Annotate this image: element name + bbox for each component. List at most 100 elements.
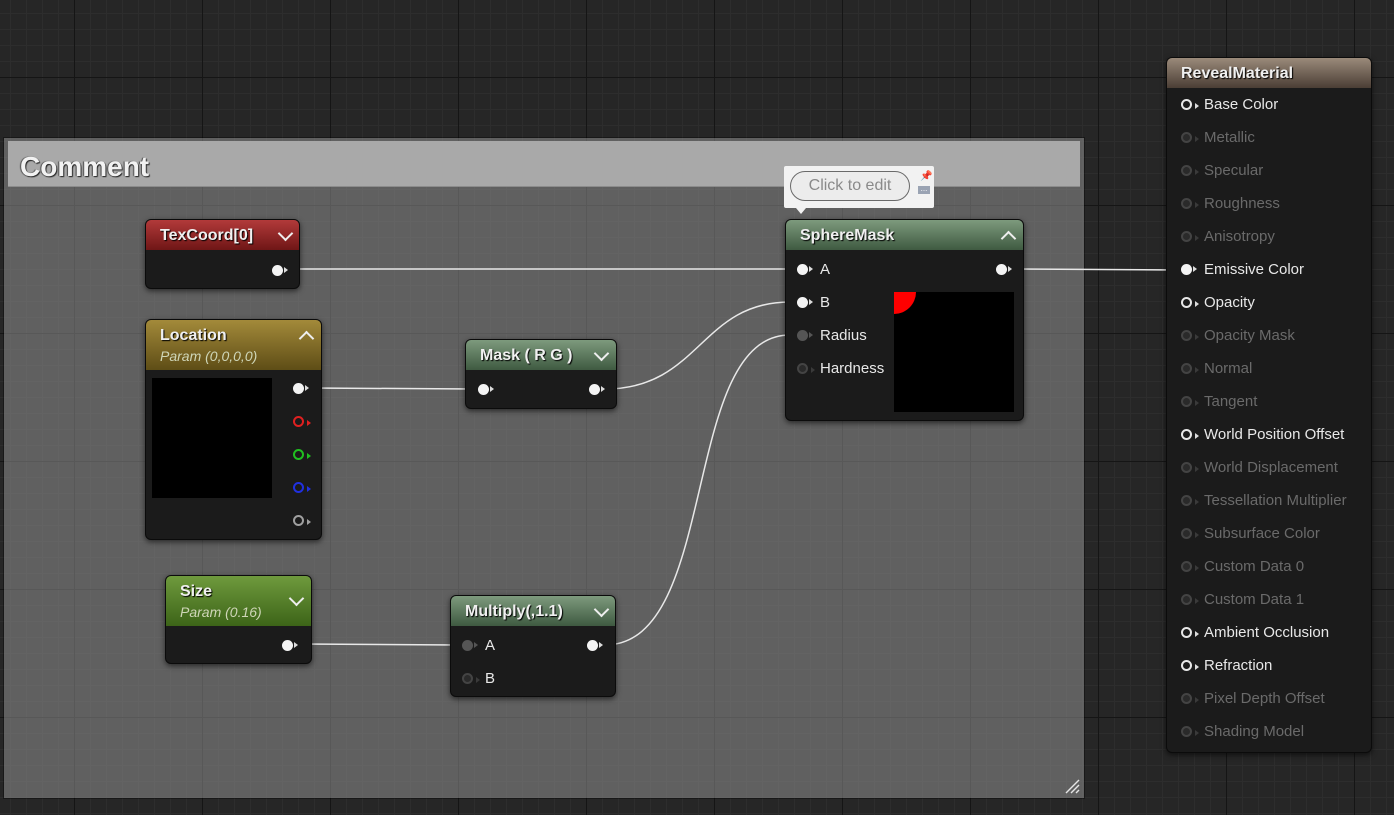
material-pin-label: Opacity <box>1204 294 1255 311</box>
collapse-chevron-icon[interactable] <box>298 330 315 347</box>
multiply-input-a-pin[interactable] <box>462 640 478 651</box>
pin-icon[interactable]: 📌 <box>920 171 932 182</box>
material-pin-label: Base Color <box>1204 96 1279 113</box>
node-size-subtitle: Param (0.16) <box>180 604 262 620</box>
node-location-title: Location <box>160 327 227 344</box>
material-input-pin[interactable] <box>1181 561 1199 572</box>
material-input-pin[interactable] <box>1181 396 1199 407</box>
material-input-pin[interactable] <box>1181 693 1199 704</box>
node-texcoord-header[interactable]: TexCoord[0] <box>146 220 299 250</box>
node-location[interactable]: Location Param (0,0,0,0) <box>145 319 322 540</box>
collapse-chevron-icon[interactable] <box>593 601 610 618</box>
click-to-edit-field[interactable]: Click to edit <box>790 171 910 201</box>
location-output-a-pin[interactable] <box>293 515 311 526</box>
material-input-pin[interactable] <box>1181 594 1199 605</box>
node-multiply-header[interactable]: Multiply(,1.1) <box>451 596 615 626</box>
node-spheremask-title: SphereMask <box>800 227 895 244</box>
more-options-icon[interactable]: ... <box>918 185 930 194</box>
material-input-pin[interactable] <box>1181 627 1199 638</box>
node-mask[interactable]: Mask ( R G ) <box>465 339 617 409</box>
multiply-input-b-pin[interactable] <box>462 673 480 684</box>
multiply-pin-b-label: B <box>485 670 496 687</box>
spheremask-preview <box>894 292 1014 412</box>
location-output-b-pin[interactable] <box>293 482 311 493</box>
material-input-pin[interactable] <box>1181 429 1199 440</box>
multiply-output-pin[interactable] <box>587 640 603 651</box>
material-input-pin[interactable] <box>1181 231 1199 242</box>
location-output-g-pin[interactable] <box>293 449 311 460</box>
comment-bubble[interactable]: Click to edit 📌 ... <box>784 166 934 214</box>
material-pin-label: Pixel Depth Offset <box>1204 690 1325 707</box>
material-pin-label: Anisotropy <box>1204 228 1275 245</box>
material-input-pin[interactable] <box>1181 165 1199 176</box>
material-input-pin[interactable] <box>1181 462 1199 473</box>
spheremask-input-hardness-pin[interactable] <box>797 363 815 374</box>
material-pin-label: Custom Data 0 <box>1204 558 1305 575</box>
node-size-header[interactable]: Size Param (0.16) <box>166 576 311 626</box>
spheremask-pin-b-label: B <box>820 294 831 311</box>
node-mask-title: Mask ( R G ) <box>480 347 573 364</box>
material-input-pin[interactable] <box>1181 330 1199 341</box>
location-preview <box>152 378 272 498</box>
material-input-pin[interactable] <box>1181 132 1199 143</box>
spheremask-preview-mark <box>894 292 916 314</box>
node-size[interactable]: Size Param (0.16) <box>165 575 312 664</box>
node-mask-header[interactable]: Mask ( R G ) <box>466 340 616 370</box>
material-input-pin[interactable] <box>1181 363 1199 374</box>
material-pin-label: Specular <box>1204 162 1264 179</box>
material-pin-label: Refraction <box>1204 657 1273 674</box>
collapse-chevron-icon[interactable] <box>288 590 305 607</box>
location-output-r-pin[interactable] <box>293 416 311 427</box>
spheremask-input-b-pin[interactable] <box>797 297 813 308</box>
material-input-pin[interactable] <box>1181 264 1197 275</box>
material-pin-label: Subsurface Color <box>1204 525 1320 542</box>
node-multiply-title: Multiply(,1.1) <box>465 603 563 620</box>
material-pin-label: World Displacement <box>1204 459 1338 476</box>
material-pin-label: Tessellation Multiplier <box>1204 492 1347 509</box>
node-location-subtitle: Param (0,0,0,0) <box>160 348 258 364</box>
material-input-pin[interactable] <box>1181 198 1199 209</box>
material-pin-label: Normal <box>1204 360 1253 377</box>
node-texcoord-title: TexCoord[0] <box>160 227 254 244</box>
spheremask-output-pin[interactable] <box>996 264 1012 275</box>
node-multiply[interactable]: Multiply(,1.1) A B <box>450 595 616 697</box>
node-material-header[interactable]: RevealMaterial <box>1167 58 1371 88</box>
material-input-pin[interactable] <box>1181 726 1199 737</box>
material-pin-label: Shading Model <box>1204 723 1305 740</box>
spheremask-input-radius-pin[interactable] <box>797 330 813 341</box>
texcoord-output-pin[interactable] <box>272 265 288 276</box>
collapse-chevron-icon[interactable] <box>593 345 610 362</box>
material-pin-label: Opacity Mask <box>1204 327 1295 344</box>
spheremask-pin-hardness-label: Hardness <box>820 360 885 377</box>
collapse-chevron-icon[interactable] <box>277 225 294 242</box>
material-pin-label: Ambient Occlusion <box>1204 624 1330 641</box>
material-input-pin[interactable] <box>1181 99 1199 110</box>
spheremask-pin-radius-label: Radius <box>820 327 867 344</box>
comment-title: Comment <box>20 151 150 182</box>
node-size-title: Size <box>180 583 213 600</box>
spheremask-pin-a-label: A <box>820 261 831 278</box>
size-output-pin[interactable] <box>282 640 298 651</box>
material-pin-label: Roughness <box>1204 195 1280 212</box>
material-pin-label: Metallic <box>1204 129 1255 146</box>
bubble-tail <box>796 208 806 214</box>
location-output-rgba-pin[interactable] <box>293 383 309 394</box>
multiply-pin-a-label: A <box>485 637 496 654</box>
node-spheremask-header[interactable]: SphereMask <box>786 220 1023 250</box>
node-spheremask[interactable]: SphereMask A B Radius Hardness <box>785 219 1024 421</box>
material-input-pin[interactable] <box>1181 660 1199 671</box>
node-texcoord[interactable]: TexCoord[0] <box>145 219 300 289</box>
material-input-pin[interactable] <box>1181 297 1199 308</box>
material-pin-label: Tangent <box>1204 393 1258 410</box>
material-input-pin[interactable] <box>1181 528 1199 539</box>
spheremask-input-a-pin[interactable] <box>797 264 813 275</box>
mask-input-pin[interactable] <box>478 384 494 395</box>
material-input-pin[interactable] <box>1181 495 1199 506</box>
resize-grip-icon[interactable] <box>1064 778 1080 794</box>
node-material-title: RevealMaterial <box>1181 65 1294 82</box>
node-location-header[interactable]: Location Param (0,0,0,0) <box>146 320 321 370</box>
collapse-chevron-icon[interactable] <box>1000 230 1017 247</box>
node-reveal-material[interactable]: RevealMaterial Base Color Metallic Specula… <box>1166 57 1372 753</box>
mask-output-pin[interactable] <box>589 384 605 395</box>
material-pin-label: Custom Data 1 <box>1204 591 1305 608</box>
